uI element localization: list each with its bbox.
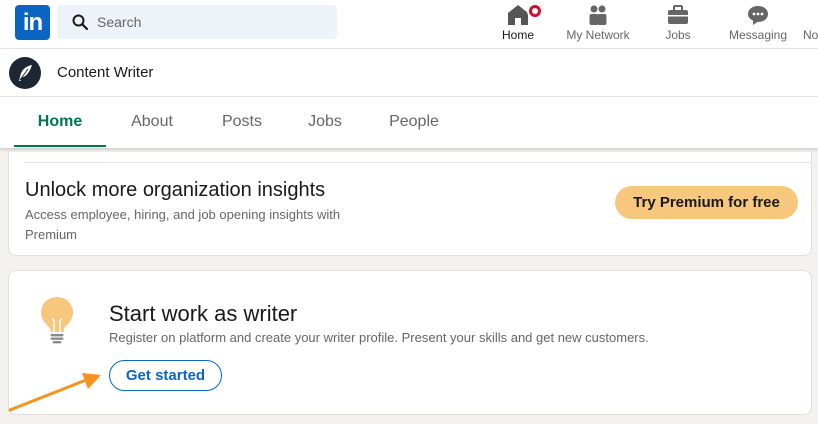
org-page-header: Content Writer Home About Posts Jobs Peo… (0, 49, 818, 148)
tab-about[interactable]: About (124, 98, 180, 147)
nav-home-label: Home (501, 28, 534, 42)
org-name: Content Writer (57, 64, 154, 81)
nav-jobs-label: Jobs (665, 28, 691, 42)
writer-card: Start work as writer Register on platfor… (8, 270, 812, 415)
notification-badge (527, 3, 543, 19)
nav-home[interactable]: Home (498, 0, 543, 49)
writer-card-title: Start work as writer (109, 301, 298, 326)
search-box[interactable] (57, 5, 337, 39)
linkedin-logo[interactable]: in (15, 5, 50, 40)
nav-my-network-label: My Network (566, 28, 630, 42)
nav-messaging[interactable]: Messaging (726, 0, 790, 49)
get-started-button[interactable]: Get started (109, 360, 222, 391)
search-icon (72, 14, 88, 30)
writer-card-description: Register on platform and create your wri… (109, 330, 649, 345)
lightbulb-icon (39, 295, 75, 350)
tab-home[interactable]: Home (14, 98, 106, 147)
nav-my-network[interactable]: My Network (562, 0, 634, 49)
tab-jobs[interactable]: Jobs (304, 98, 346, 147)
tab-people[interactable]: People (386, 98, 442, 147)
card-divider (25, 162, 811, 163)
premium-card-title: Unlock more organization insights (25, 179, 326, 201)
annotation-arrow-icon (8, 373, 101, 412)
try-premium-button[interactable]: Try Premium for free (615, 186, 798, 219)
feather-icon (19, 65, 32, 81)
nav-messaging-label: Messaging (728, 28, 788, 42)
org-row: Content Writer (0, 49, 818, 97)
nav-notifications[interactable]: No (800, 0, 818, 49)
nav-notifications-label: No (803, 28, 818, 42)
global-nav: in Home My Network (0, 0, 818, 49)
premium-insights-card: Unlock more organization insights Access… (8, 152, 812, 256)
tab-posts[interactable]: Posts (219, 98, 265, 147)
search-input[interactable] (97, 5, 327, 39)
org-avatar[interactable] (9, 57, 41, 89)
nav-jobs[interactable]: Jobs (656, 0, 700, 49)
premium-card-description: Access employee, hiring, and job opening… (25, 207, 341, 242)
